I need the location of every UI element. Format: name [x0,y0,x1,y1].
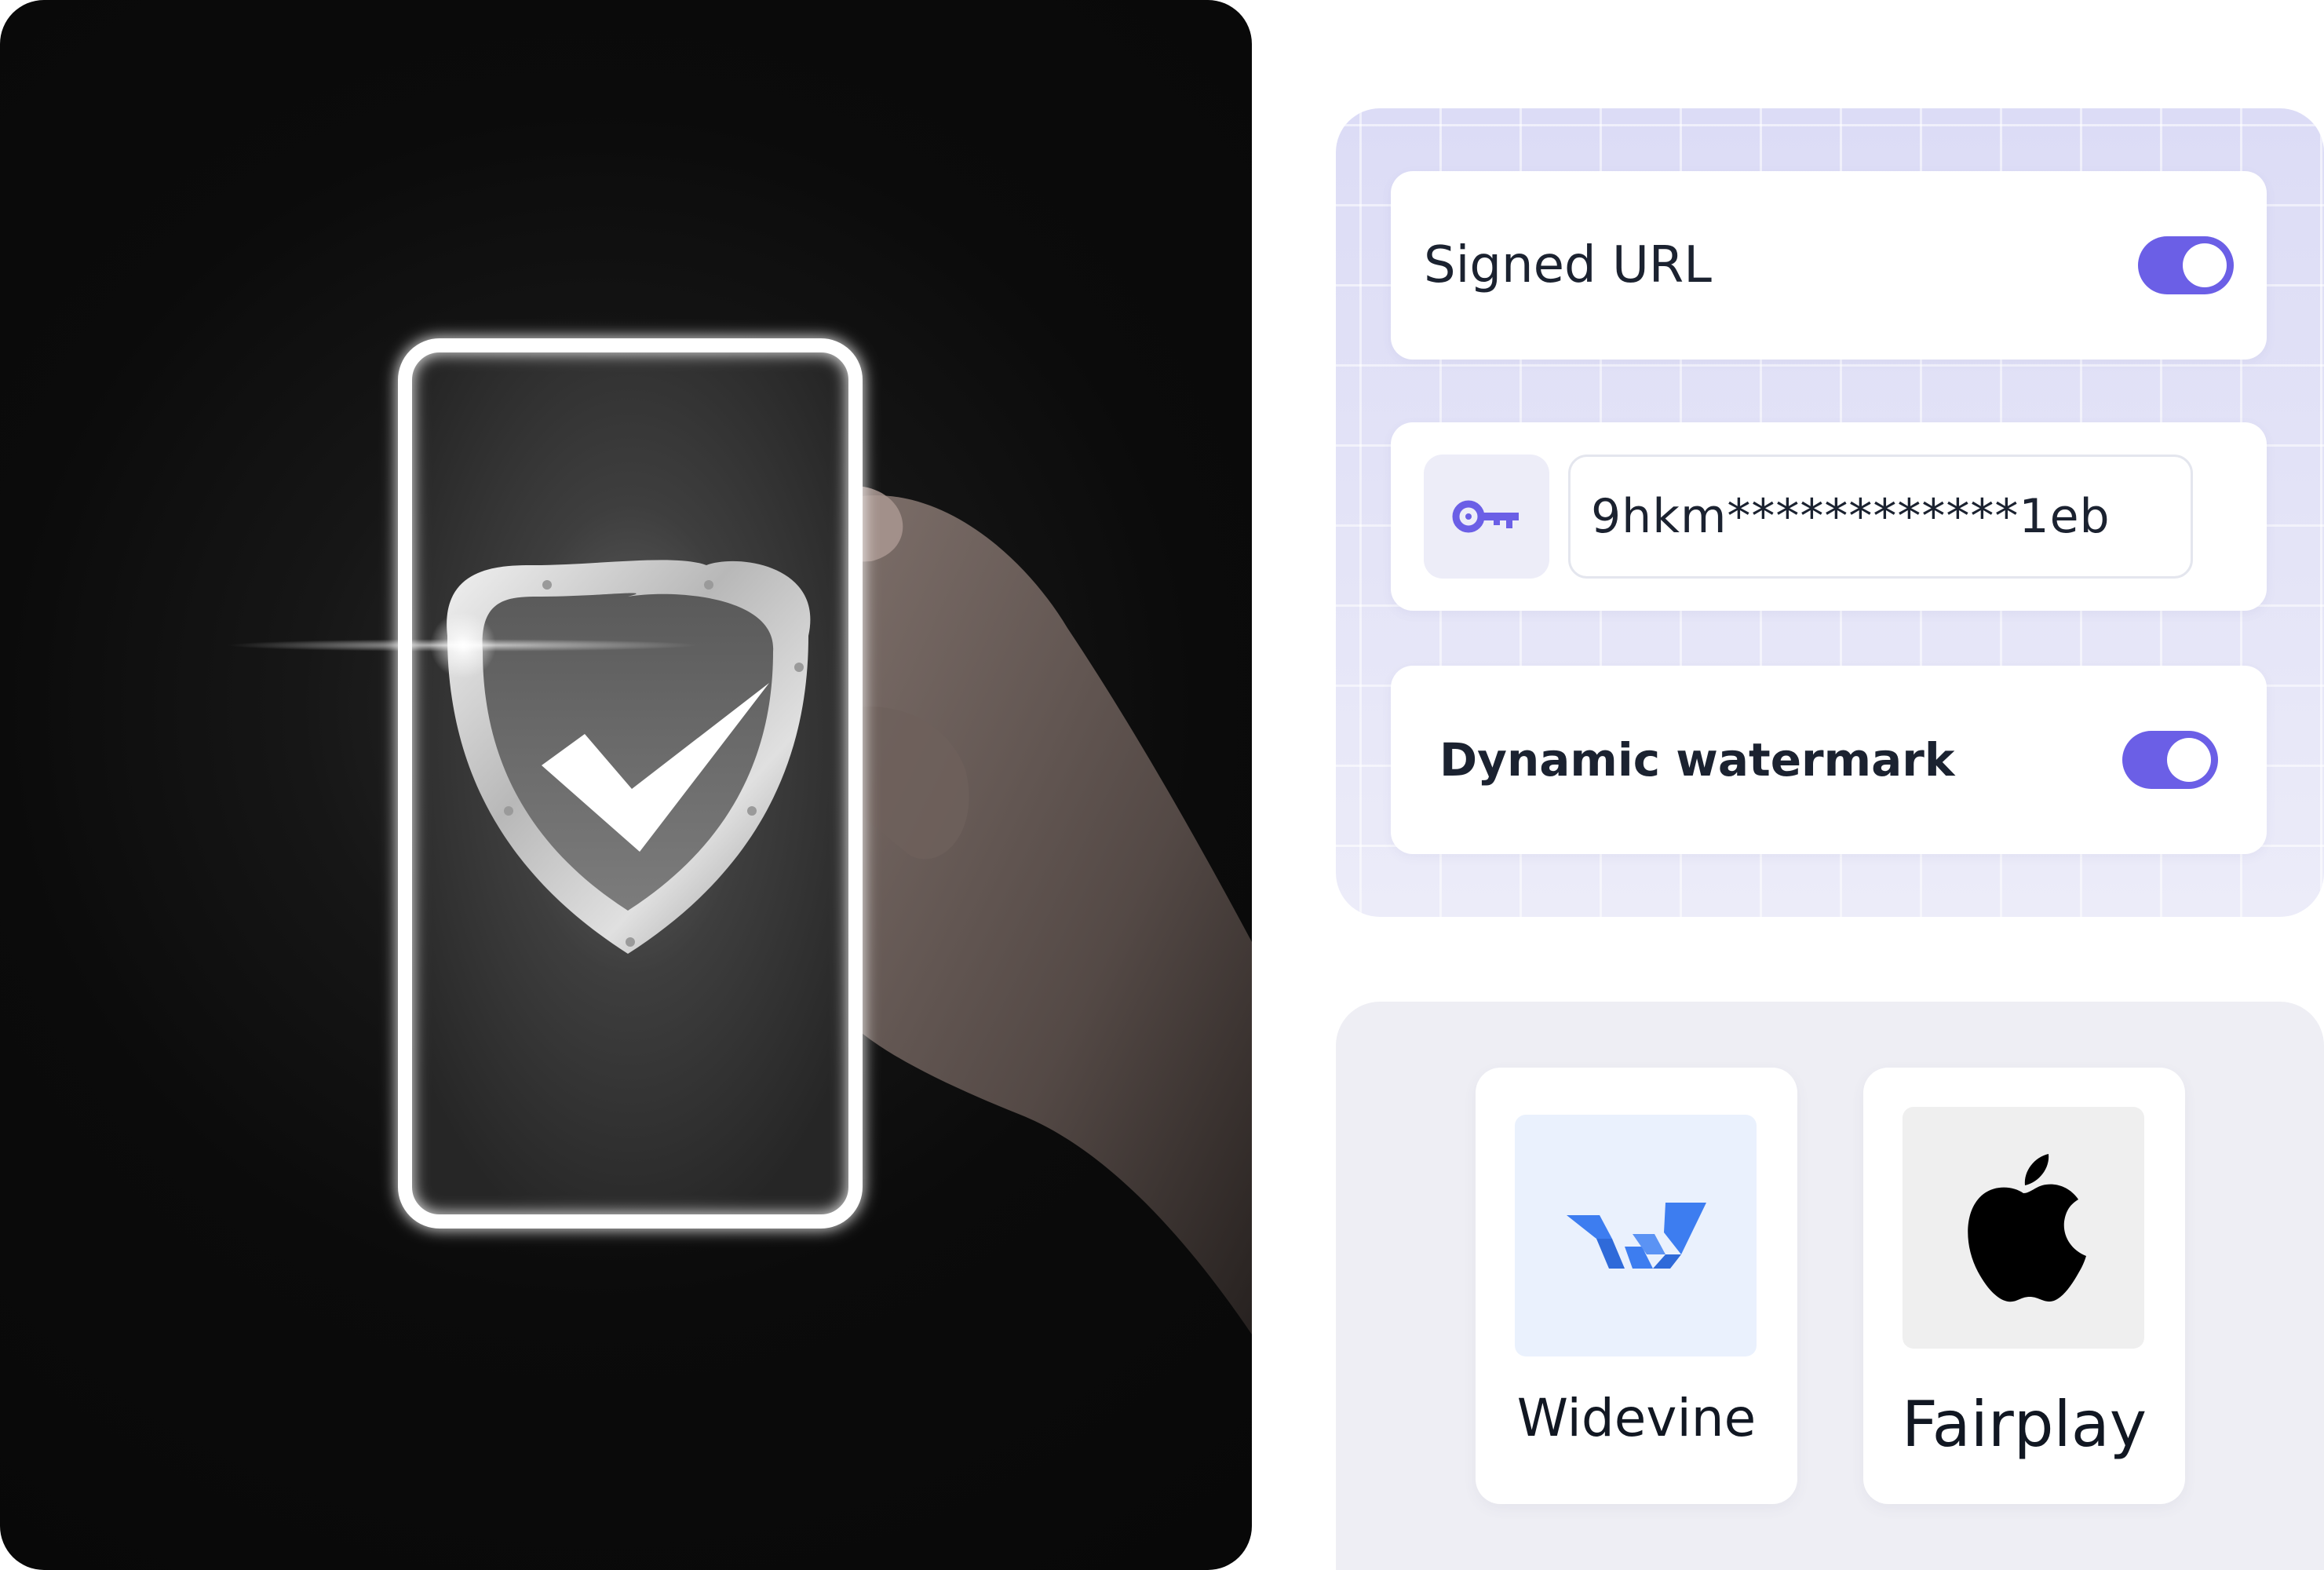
hand-shape [832,495,1252,1334]
signed-url-toggle[interactable] [2138,236,2234,294]
drm-card-widevine[interactable]: Widevine [1476,1068,1797,1504]
widevine-label: Widevine [1516,1388,1757,1448]
phone-security-illustration [228,338,1252,1334]
dynamic-watermark-label: Dynamic watermark [1439,733,1955,787]
key-icon-box [1424,455,1549,579]
hero-illustration [0,0,1252,1570]
toggle-knob [2167,738,2211,782]
fairplay-logo-box [1903,1107,2144,1349]
lens-flare [430,612,496,678]
signed-url-label: Signed URL [1424,236,1712,294]
widevine-logo-icon [1567,1203,1706,1269]
fairplay-label: Fairplay [1901,1388,2147,1461]
api-key-value: 9hkm************1eb [1591,489,2111,544]
api-key-field[interactable]: 9hkm************1eb [1568,455,2193,579]
widevine-logo-box [1515,1115,1757,1356]
apple-logo-icon [1968,1154,2086,1302]
key-icon [1452,500,1519,533]
drm-card-fairplay[interactable]: Fairplay [1863,1068,2185,1504]
api-key-card: 9hkm************1eb [1391,422,2267,611]
dynamic-watermark-card: Dynamic watermark [1391,666,2267,854]
dynamic-watermark-toggle[interactable] [2122,731,2218,789]
signed-url-card: Signed URL [1391,171,2267,360]
toggle-knob [2183,243,2227,287]
security-settings-panel: Signed URL 9hkm************1eb Dynamic w… [1336,108,2324,917]
drm-panel: Widevine Fairplay [1336,1002,2324,1570]
